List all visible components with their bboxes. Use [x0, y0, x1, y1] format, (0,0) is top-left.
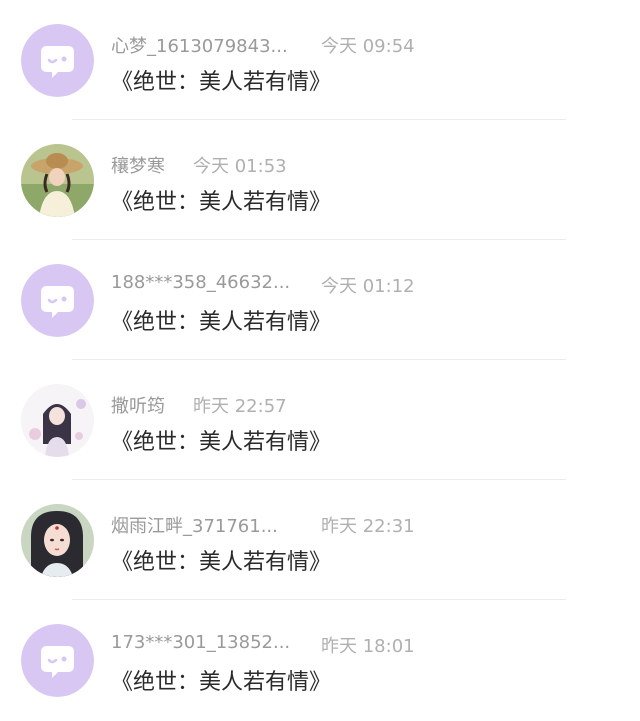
message-preview: 《绝世：美人若有情》 — [111, 310, 332, 335]
illustrated-portrait-avatar[interactable] — [21, 504, 94, 577]
conversation-item[interactable]: 穰梦寒 今天 01:53 《绝世：美人若有情》 — [0, 120, 640, 240]
message-time: 昨天 18:01 — [321, 636, 415, 657]
illustrated-portrait-avatar[interactable] — [21, 384, 94, 457]
sender-name: 撒听筠 — [111, 396, 165, 417]
message-time: 昨天 22:57 — [193, 396, 287, 417]
conversation-item[interactable]: 心梦_1613079843... 今天 09:54 《绝世：美人若有情》 — [0, 0, 640, 120]
message-preview: 《绝世：美人若有情》 — [111, 550, 332, 575]
conversation-item[interactable]: 撒听筠 昨天 22:57 《绝世：美人若有情》 — [0, 360, 640, 480]
conversation-list: 心梦_1613079843... 今天 09:54 《绝世：美人若有情》 穰梦寒… — [0, 0, 640, 721]
conversation-item[interactable]: 173***301_13852... 昨天 18:01 《绝世：美人若有情》 — [0, 600, 640, 720]
message-preview: 《绝世：美人若有情》 — [111, 670, 332, 695]
message-time: 昨天 22:31 — [321, 516, 415, 537]
message-time: 今天 09:54 — [321, 36, 415, 57]
default-chat-icon[interactable] — [21, 264, 94, 337]
sender-name: 烟雨江畔_371761... — [111, 516, 278, 537]
message-time: 今天 01:53 — [193, 156, 287, 177]
conversation-item[interactable]: 188***358_46632... 今天 01:12 《绝世：美人若有情》 — [0, 240, 640, 360]
message-time: 今天 01:12 — [321, 276, 415, 297]
default-chat-icon[interactable] — [21, 24, 94, 97]
user-photo-avatar[interactable] — [21, 144, 94, 217]
message-preview: 《绝世：美人若有情》 — [111, 70, 332, 95]
sender-name: 心梦_1613079843... — [111, 36, 288, 57]
conversation-item[interactable]: 烟雨江畔_371761... 昨天 22:31 《绝世：美人若有情》 — [0, 480, 640, 600]
sender-name: 穰梦寒 — [111, 156, 165, 177]
message-preview: 《绝世：美人若有情》 — [111, 190, 332, 215]
default-chat-icon[interactable] — [21, 624, 94, 697]
message-preview: 《绝世：美人若有情》 — [111, 430, 332, 455]
sender-name: 173***301_13852... — [111, 632, 291, 653]
sender-name: 188***358_46632... — [111, 272, 291, 293]
